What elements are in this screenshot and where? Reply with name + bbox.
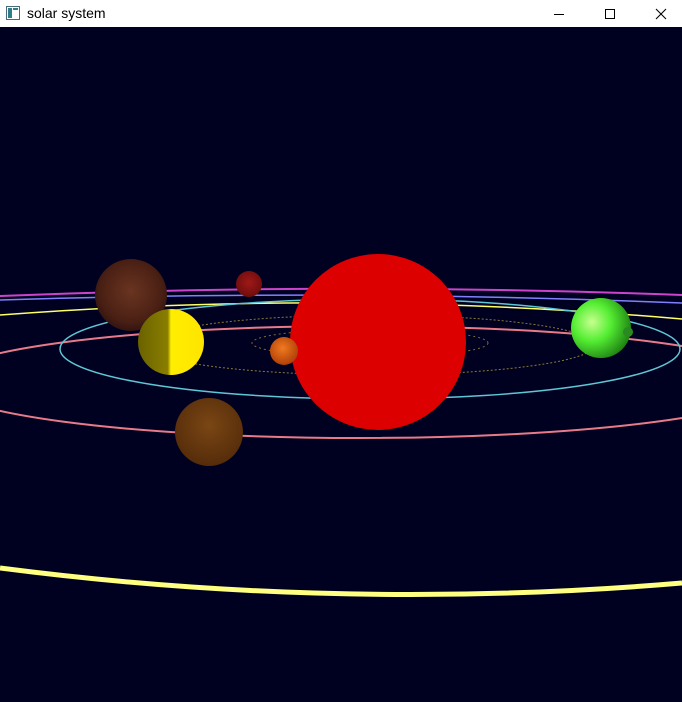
minimize-button[interactable] [536,0,582,27]
sun[interactable] [290,254,466,430]
solar-system-canvas[interactable] [0,27,682,702]
app-window: solar system [0,0,682,702]
maximize-icon [605,8,615,19]
close-button[interactable] [638,0,682,27]
render-viewport[interactable] [0,27,682,702]
close-icon [655,8,667,19]
planet-orange[interactable] [270,337,298,365]
planet-maroon[interactable] [236,271,262,297]
app-window-icon [6,6,20,20]
maximize-button[interactable] [587,0,633,27]
minimize-icon [554,13,564,15]
window-title: solar system [27,5,106,21]
planet-green[interactable] [571,298,631,358]
planet-yellow[interactable] [138,309,204,375]
green-planet-moon[interactable] [623,327,633,337]
title-bar[interactable]: solar system [0,0,682,27]
planet-brown[interactable] [175,398,243,466]
